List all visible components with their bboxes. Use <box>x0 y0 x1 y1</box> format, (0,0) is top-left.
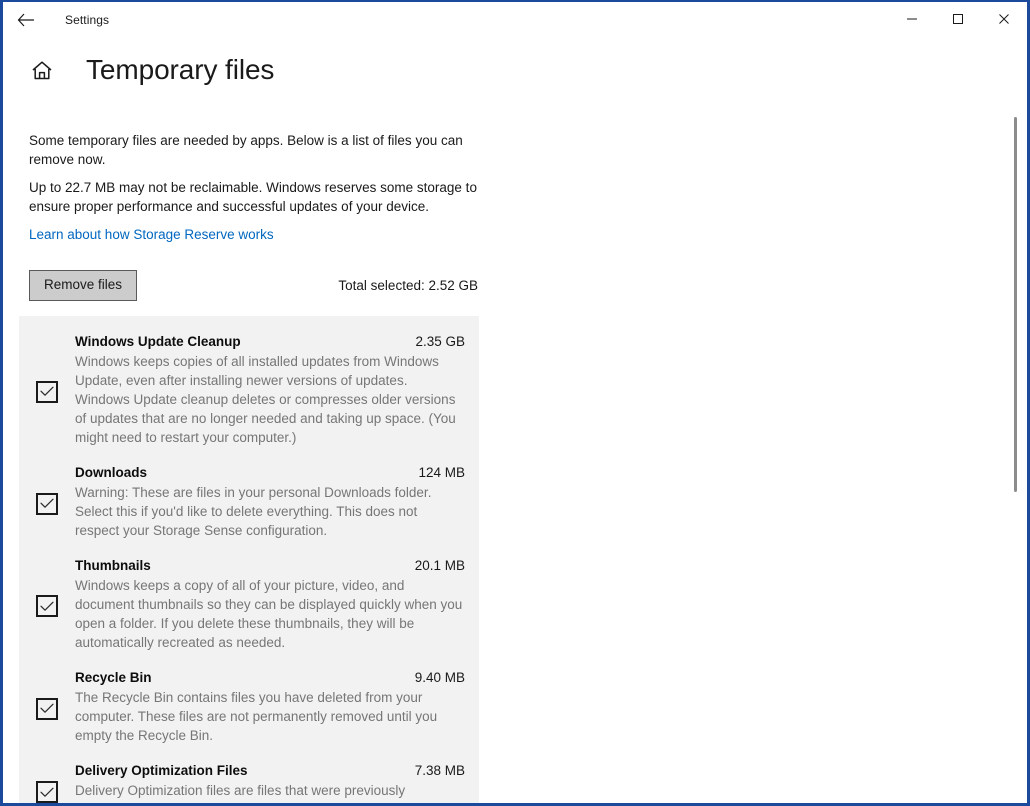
checkbox-cell <box>19 595 75 617</box>
vertical-scrollbar-track[interactable] <box>1010 2 1024 803</box>
intro-paragraph-1: Some temporary files are needed by apps.… <box>29 133 463 167</box>
file-item-size: 7.38 MB <box>414 763 465 778</box>
file-item-size: 124 MB <box>418 465 465 480</box>
file-item-name: Downloads <box>75 465 148 480</box>
settings-window: Settings Temporary files Some temporary … <box>0 0 1030 806</box>
file-list-item[interactable]: Delivery Optimization Files 7.38 MB Delive… <box>19 755 479 803</box>
file-item-name: Recycle Bin <box>75 670 152 685</box>
file-item-name: Windows Update Cleanup <box>75 334 241 349</box>
file-item-size: 9.40 MB <box>414 670 465 685</box>
file-item-checkbox[interactable] <box>36 697 58 720</box>
back-button[interactable] <box>5 4 47 36</box>
vertical-scrollbar-thumb[interactable] <box>1014 117 1017 492</box>
file-item-header: Thumbnails 20.1 MB <box>75 556 465 575</box>
file-item-checkbox[interactable] <box>36 492 58 515</box>
page-header: Temporary files <box>3 54 274 86</box>
file-item-checkbox[interactable] <box>36 595 58 617</box>
file-item-body: Recycle Bin 9.40 MB The Recycle Bin contai… <box>75 662 465 755</box>
window-caption-buttons <box>889 2 1027 36</box>
file-item-body: Downloads 124 MB Warning: These are files … <box>75 457 465 550</box>
file-list-item[interactable]: Thumbnails 20.1 MB Windows keeps a copy of… <box>19 550 479 662</box>
intro-paragraph-2: Up to 22.7 MB may not be reclaimable. Wi… <box>29 180 477 214</box>
maximize-button[interactable] <box>935 2 981 36</box>
file-item-body: Windows Update Cleanup 2.35 GB Windows kee… <box>75 326 465 457</box>
file-list-item[interactable]: Downloads 124 MB Warning: These are files … <box>19 457 479 550</box>
file-item-size: 2.35 GB <box>415 334 465 349</box>
file-item-body: Thumbnails 20.1 MB Windows keeps a copy of… <box>75 550 465 662</box>
file-item-body: Delivery Optimization Files 7.38 MB Delive… <box>75 755 465 803</box>
home-icon[interactable] <box>19 60 65 81</box>
file-item-header: Delivery Optimization Files 7.38 MB <box>75 761 465 780</box>
checkbox-cell <box>19 697 75 720</box>
file-item-checkbox[interactable] <box>36 781 58 803</box>
minimize-button[interactable] <box>889 2 935 36</box>
checkbox-cell <box>19 380 75 403</box>
file-item-name: Thumbnails <box>75 558 151 573</box>
storage-reserve-link[interactable]: Learn about how Storage Reserve works <box>29 226 274 244</box>
file-item-description: Windows keeps a copy of all of your pict… <box>75 578 463 650</box>
action-row: Remove files Total selected: 2.52 GB <box>29 270 479 301</box>
file-item-size: 20.1 MB <box>414 558 465 573</box>
file-item-description: Windows keeps copies of all installed up… <box>75 354 456 445</box>
file-item-description: Warning: These are files in your persona… <box>75 485 432 538</box>
intro-block: Some temporary files are needed by apps.… <box>29 132 479 244</box>
checkbox-cell <box>19 492 75 515</box>
file-item-description: The Recycle Bin contains files you have … <box>75 690 438 743</box>
content-area: Some temporary files are needed by apps.… <box>3 112 1027 803</box>
file-item-name: Delivery Optimization Files <box>75 763 248 778</box>
file-item-checkbox[interactable] <box>36 380 58 403</box>
file-item-header: Windows Update Cleanup 2.35 GB <box>75 332 465 351</box>
file-list-item[interactable]: Windows Update Cleanup 2.35 GB Windows kee… <box>19 326 479 457</box>
file-list-item[interactable]: Recycle Bin 9.40 MB The Recycle Bin contai… <box>19 662 479 755</box>
file-item-header: Downloads 124 MB <box>75 463 465 482</box>
checkbox-cell <box>19 781 75 803</box>
file-item-description: Delivery Optimization files are files th… <box>75 783 437 803</box>
app-title: Settings <box>65 13 110 27</box>
temporary-files-list: Windows Update Cleanup 2.35 GB Windows kee… <box>19 316 479 803</box>
remove-files-button[interactable]: Remove files <box>29 270 138 301</box>
title-bar: Settings <box>3 2 1027 38</box>
page-title: Temporary files <box>86 54 275 85</box>
file-item-header: Recycle Bin 9.40 MB <box>75 668 465 687</box>
total-selected-label: Total selected: 2.52 GB <box>338 278 478 293</box>
